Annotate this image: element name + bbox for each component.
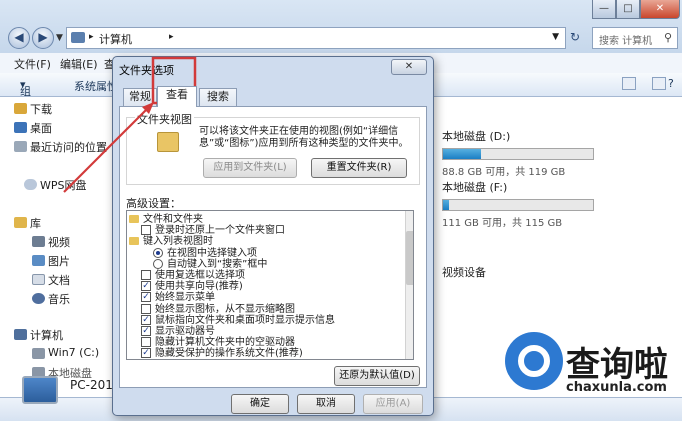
watermark-logo-icon — [505, 332, 563, 390]
watermark-url: chaxunla.com — [566, 380, 667, 395]
tab-view[interactable]: 查看 — [157, 86, 197, 107]
annotation-arrow-line — [63, 105, 151, 193]
watermark-logo-ring — [518, 345, 550, 377]
watermark-text: 查询啦 — [566, 345, 668, 385]
